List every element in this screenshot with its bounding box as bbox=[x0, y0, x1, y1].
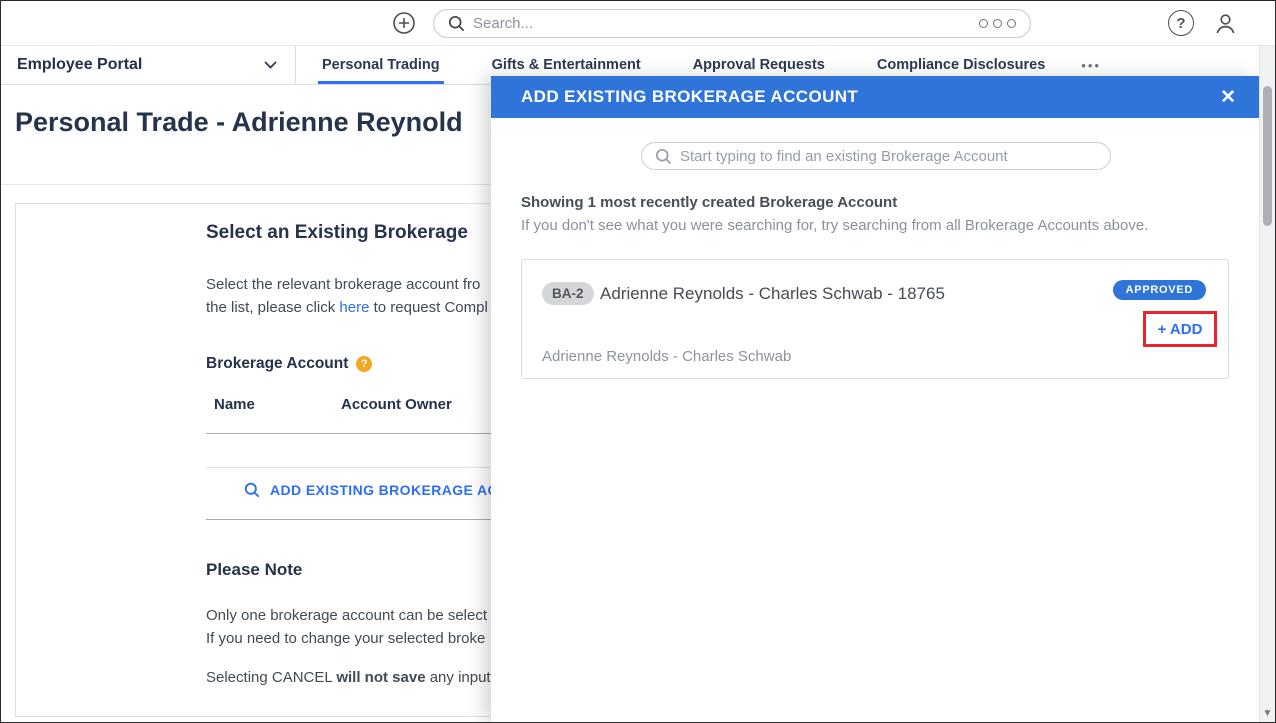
search-options-icon[interactable] bbox=[979, 19, 1016, 28]
add-existing-brokerage-link[interactable]: ADD EXISTING BROKERAGE AC bbox=[244, 482, 498, 498]
field-help-icon[interactable]: ? bbox=[356, 356, 372, 372]
field-label: Brokerage Account bbox=[206, 355, 348, 373]
scrollbar-thumb[interactable] bbox=[1263, 86, 1272, 226]
user-profile-button[interactable] bbox=[1212, 10, 1239, 37]
user-icon bbox=[1212, 10, 1239, 37]
vertical-scrollbar[interactable]: ▼ bbox=[1259, 46, 1275, 722]
status-badge: APPROVED bbox=[1113, 280, 1206, 300]
portal-selector[interactable]: Employee Portal bbox=[1, 46, 296, 84]
results-hint: If you don't see what you were searching… bbox=[521, 217, 1148, 234]
app-window: ? Employee Portal Personal Trading Gifts… bbox=[0, 0, 1276, 723]
result-title: Adrienne Reynolds - Charles Schwab - 187… bbox=[600, 284, 945, 304]
chevron-down-icon bbox=[264, 61, 277, 69]
portal-label: Employee Portal bbox=[17, 56, 142, 74]
close-icon[interactable]: ✕ bbox=[1220, 88, 1236, 107]
brokerage-account-field: Brokerage Account ? bbox=[206, 355, 372, 373]
modal-header: ADD EXISTING BROKERAGE ACCOUNT ✕ bbox=[491, 76, 1260, 118]
question-mark-icon: ? bbox=[1176, 15, 1185, 32]
description-line-1: Select the relevant brokerage account fr… bbox=[206, 273, 488, 296]
page-title: Personal Trade - Adrienne Reynold bbox=[15, 107, 463, 138]
section-heading: Select an Existing Brokerage bbox=[206, 222, 468, 244]
search-icon bbox=[244, 482, 260, 498]
results-summary: Showing 1 most recently created Brokerag… bbox=[521, 194, 897, 211]
section-description: Select the relevant brokerage account fr… bbox=[206, 273, 488, 319]
add-button[interactable]: + ADD bbox=[1158, 321, 1203, 338]
description-line-2: the list, please click here to request C… bbox=[206, 296, 488, 319]
global-search[interactable] bbox=[433, 9, 1031, 38]
add-brokerage-account-modal: ADD EXISTING BROKERAGE ACCOUNT ✕ Showing… bbox=[491, 76, 1260, 722]
please-note-heading: Please Note bbox=[206, 560, 302, 580]
search-icon bbox=[448, 15, 465, 32]
column-header-name: Name bbox=[214, 396, 255, 413]
add-button-highlight: + ADD bbox=[1143, 311, 1217, 347]
record-id-badge: BA-2 bbox=[542, 282, 594, 305]
scroll-down-arrow-icon[interactable]: ▼ bbox=[1260, 708, 1275, 719]
column-header-account-owner: Account Owner bbox=[341, 396, 452, 413]
result-subtitle: Adrienne Reynolds - Charles Schwab bbox=[542, 348, 791, 365]
modal-title: ADD EXISTING BROKERAGE ACCOUNT bbox=[521, 87, 1220, 107]
modal-search-input[interactable] bbox=[680, 148, 1097, 165]
note-line-2: If you need to change your selected brok… bbox=[206, 630, 485, 647]
modal-search[interactable] bbox=[641, 142, 1111, 170]
tab-personal-trading[interactable]: Personal Trading bbox=[296, 46, 466, 84]
add-existing-label: ADD EXISTING BROKERAGE AC bbox=[270, 482, 498, 498]
help-button[interactable]: ? bbox=[1168, 10, 1194, 36]
brokerage-account-result-card: BA-2 Adrienne Reynolds - Charles Schwab … bbox=[521, 259, 1229, 379]
note-line-3: Selecting CANCEL will not save any input bbox=[206, 669, 491, 686]
search-icon bbox=[655, 148, 672, 165]
request-compliance-link[interactable]: here bbox=[339, 299, 369, 316]
top-bar: ? bbox=[1, 1, 1275, 46]
global-search-input[interactable] bbox=[473, 15, 971, 32]
plus-circle-icon bbox=[392, 11, 416, 35]
add-new-button[interactable] bbox=[392, 11, 416, 35]
note-line-1: Only one brokerage account can be select bbox=[206, 607, 487, 624]
